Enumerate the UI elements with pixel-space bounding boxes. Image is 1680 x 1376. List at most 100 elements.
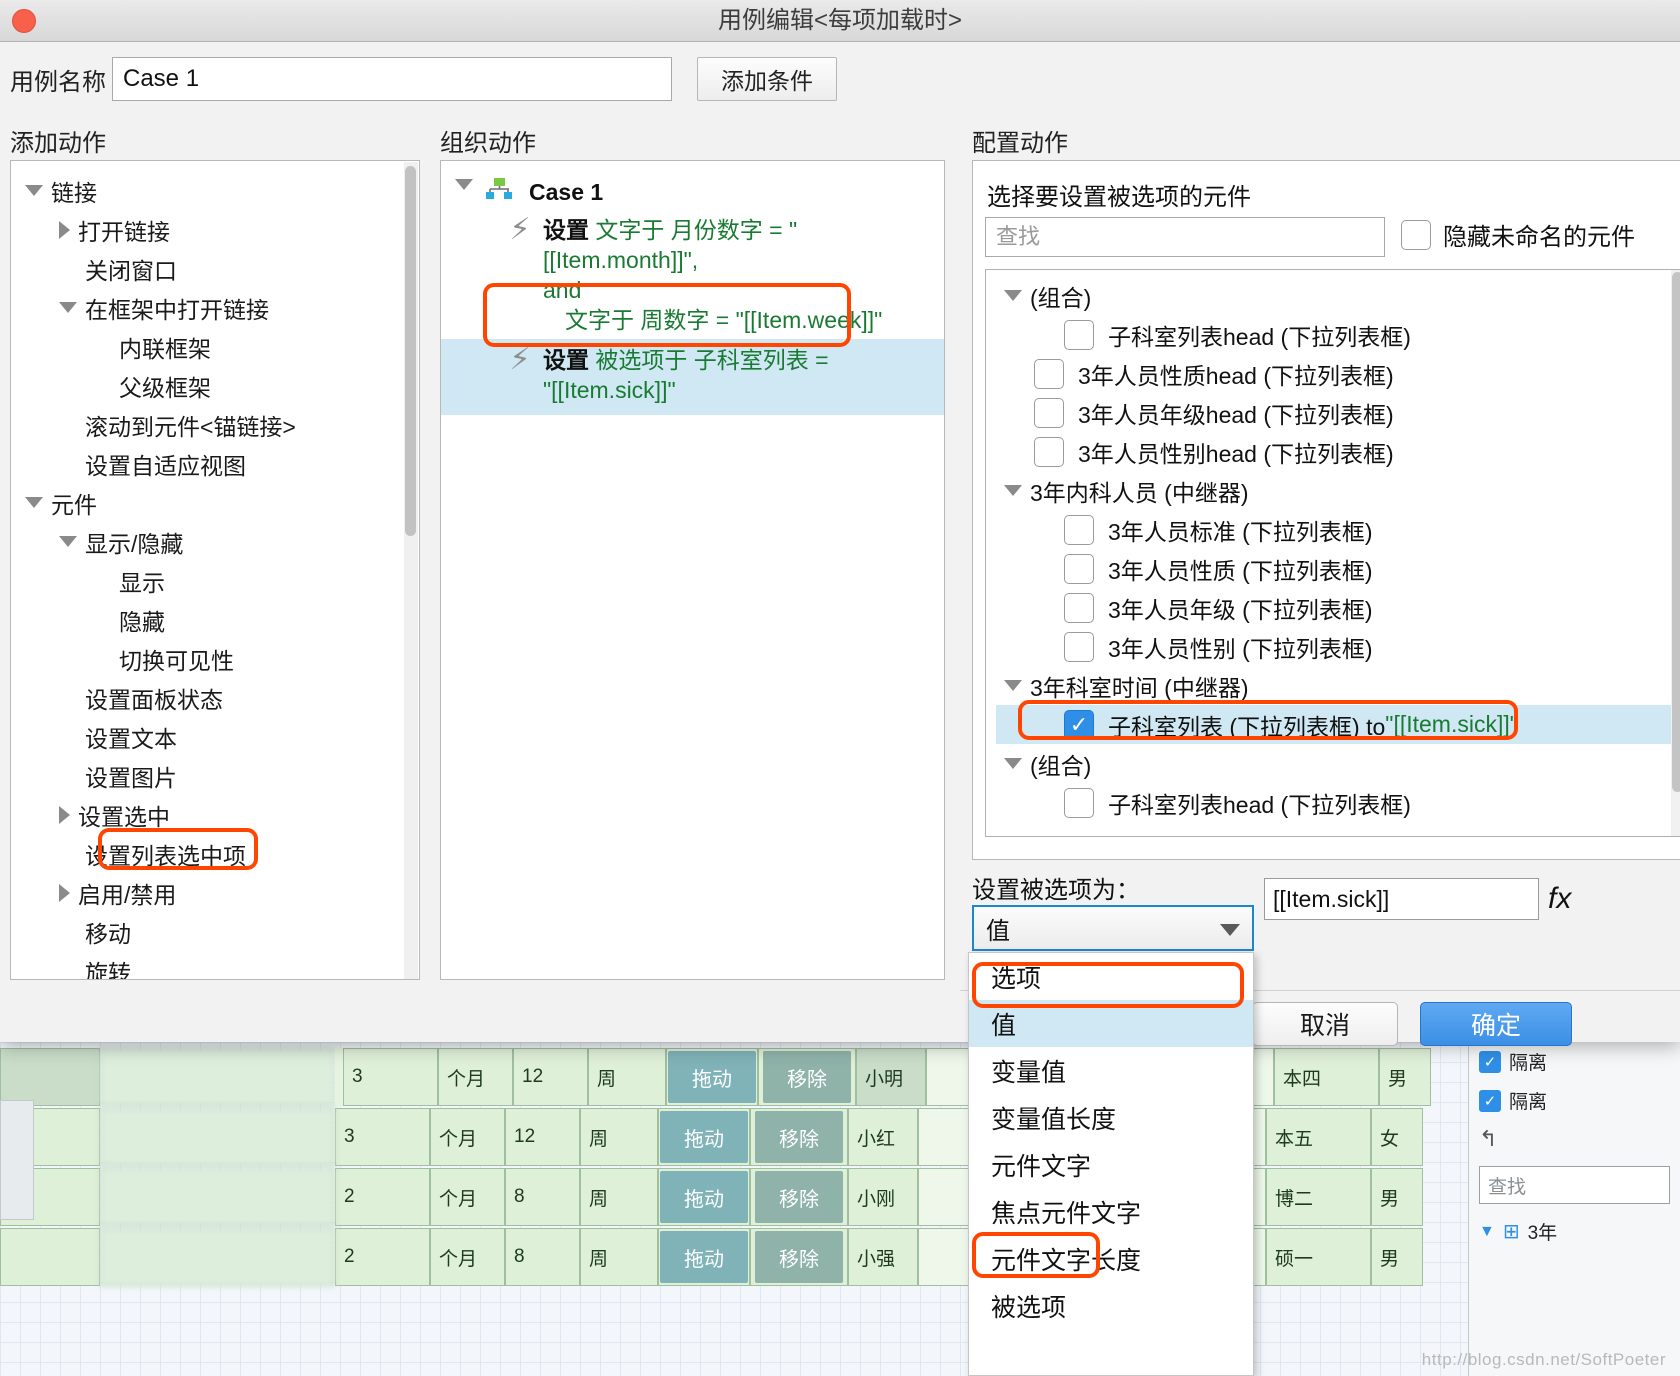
watermark: http://blog.csdn.net/SoftPoeter	[1421, 1350, 1666, 1369]
action-tree-item[interactable]: 设置自适应视图	[25, 444, 419, 483]
grid-icon: ⊞	[1502, 1221, 1520, 1243]
chevron-right-icon[interactable]	[59, 883, 70, 902]
chevron-down-icon[interactable]	[455, 177, 485, 195]
bg-panel-row-1[interactable]: ✓ 隔离	[1469, 1042, 1680, 1081]
widget-checkbox[interactable]	[1064, 553, 1094, 584]
action-tree-item-label: 切换可见性	[119, 647, 234, 674]
widget-checkbox[interactable]	[1034, 358, 1064, 389]
action-tree-item[interactable]: 设置文本	[25, 717, 419, 756]
left-tree-scrollbar[interactable]	[404, 162, 418, 979]
action-tree-item[interactable]: 链接	[25, 171, 419, 210]
action-tree-item[interactable]: 显示/隐藏	[25, 522, 419, 561]
dropdown-option[interactable]: 被选项	[969, 1282, 1253, 1329]
chevron-down-icon[interactable]	[1220, 924, 1240, 936]
action-tree-item[interactable]: 打开链接	[25, 210, 419, 249]
action-tree-item[interactable]: 设置列表选中项	[25, 834, 419, 873]
action-tree-item[interactable]: 隐藏	[25, 600, 419, 639]
widget-checkbox[interactable]	[1064, 514, 1094, 545]
action-tree-item[interactable]: 设置选中	[25, 795, 419, 834]
widget-tree-group[interactable]: 3年内科人员 (中继器)	[996, 471, 1680, 510]
action-2-keyword: 设置	[543, 347, 589, 373]
dialog-title: 用例编辑<每项加载时>	[717, 7, 963, 34]
cancel-button[interactable]: 取消	[1252, 1002, 1398, 1046]
chevron-right-icon[interactable]	[59, 805, 70, 824]
dropdown-option[interactable]: 选项	[969, 953, 1253, 1000]
dropdown-option[interactable]: 元件文字	[969, 1141, 1253, 1188]
widget-tree-item[interactable]: 子科室列表head (下拉列表框)	[996, 315, 1680, 354]
hide-unnamed-row[interactable]: 隐藏未命名的元件	[1401, 217, 1635, 252]
chevron-down-icon[interactable]	[1004, 758, 1022, 769]
widget-checkbox[interactable]	[1064, 319, 1094, 350]
widget-tree-item[interactable]: 子科室列表head (下拉列表框)	[996, 783, 1680, 822]
widget-tree-item[interactable]: 3年人员年级head (下拉列表框)	[996, 393, 1680, 432]
chevron-down-icon[interactable]	[25, 497, 43, 508]
organize-action-tree[interactable]: Case 1 ⚡ 设置 文字于 月份数字 = "[[Item.month]]",…	[440, 160, 945, 980]
organize-action-row-2[interactable]: ⚡ 设置 被选项于 子科室列表 = "[[Item.sick]]"	[441, 339, 944, 415]
widget-tree-group[interactable]: 3年科室时间 (中继器)	[996, 666, 1680, 705]
add-condition-button[interactable]: 添加条件	[697, 57, 837, 101]
fx-button[interactable]: fx	[1548, 882, 1571, 916]
set-selected-combo[interactable]: 值	[972, 905, 1254, 951]
organize-action-row-1[interactable]: ⚡ 设置 文字于 月份数字 = "[[Item.month]]", and 文字…	[455, 211, 944, 339]
widget-checkbox[interactable]	[1064, 787, 1094, 818]
widget-checkbox-tree[interactable]: (组合) 子科室列表head (下拉列表框) 3年人员性质head (下拉列表框) 3…	[985, 269, 1680, 837]
action-tree-item[interactable]: 父级框架	[25, 366, 419, 405]
dropdown-option[interactable]: 值	[969, 1000, 1253, 1047]
chevron-down-icon[interactable]	[59, 536, 77, 547]
chevron-down-icon[interactable]	[25, 185, 43, 196]
action-tree-item[interactable]: 旋转	[25, 951, 419, 980]
widget-tree-item[interactable]: 3年人员性别 (下拉列表框)	[996, 627, 1680, 666]
chevron-down-icon[interactable]	[59, 302, 77, 313]
bg-panel-tree-row[interactable]: ▼ ⊞ 3年	[1469, 1212, 1680, 1251]
dropdown-option[interactable]: 焦点元件文字	[969, 1188, 1253, 1235]
widget-tree-scroll-thumb[interactable]	[1672, 272, 1680, 792]
action-tree-item[interactable]: 关闭窗口	[25, 249, 419, 288]
add-action-tree[interactable]: 链接 打开链接 关闭窗口 在框架中打开链接内联框架父级框架 滚动到元件<锚链接> 设置自适…	[10, 160, 420, 980]
ok-button[interactable]: 确定	[1420, 1002, 1572, 1046]
organize-case-row[interactable]: Case 1	[455, 173, 944, 211]
dropdown-option[interactable]: 变量值长度	[969, 1094, 1253, 1141]
widget-tree-item[interactable]: 3年人员性质 (下拉列表框)	[996, 549, 1680, 588]
action-tree-item[interactable]: 启用/禁用	[25, 873, 419, 912]
action-tree-item[interactable]: 显示	[25, 561, 419, 600]
widget-checkbox[interactable]	[1034, 436, 1064, 467]
action-tree-item[interactable]: 设置面板状态	[25, 678, 419, 717]
action-tree-item[interactable]: 切换可见性	[25, 639, 419, 678]
action-1-text-2: 文字于 周数字 = "[[Item.week]]"	[565, 307, 883, 333]
widget-tree-group[interactable]: (组合)	[996, 744, 1680, 783]
dropdown-option[interactable]: 变量值	[969, 1047, 1253, 1094]
widget-tree-item-label: 3年人员年级head (下拉列表框)	[1078, 401, 1394, 428]
widget-tree-scrollbar[interactable]	[1671, 270, 1680, 836]
dropdown-option[interactable]: 元件文字长度	[969, 1235, 1253, 1282]
widget-tree-item[interactable]: 3年人员性别head (下拉列表框)	[996, 432, 1680, 471]
bg-panel-row-2[interactable]: ✓ 隔离	[1469, 1081, 1680, 1120]
bg-panel-undo-row[interactable]: ↰	[1469, 1120, 1680, 1158]
action-tree-item[interactable]: 设置图片	[25, 756, 419, 795]
action-tree-item-label: 内联框架	[119, 335, 211, 362]
bg-panel-search-input[interactable]: 查找	[1479, 1166, 1670, 1204]
widget-tree-item[interactable]: 3年人员年级 (下拉列表框)	[996, 588, 1680, 627]
hide-unnamed-checkbox[interactable]	[1401, 219, 1431, 250]
widget-tree-group[interactable]: (组合)	[996, 276, 1680, 315]
widget-tree-item[interactable]: 子科室列表 (下拉列表框) to "[[Item.sick]]"	[996, 705, 1680, 744]
widget-checkbox[interactable]	[1064, 631, 1094, 662]
action-tree-item[interactable]: 元件	[25, 483, 419, 522]
widget-checkbox[interactable]	[1034, 397, 1064, 428]
chevron-down-icon[interactable]	[1004, 485, 1022, 496]
chevron-right-icon[interactable]	[59, 220, 70, 239]
set-selected-value-input[interactable]: [[Item.sick]]	[1264, 878, 1539, 920]
chevron-down-icon[interactable]	[1004, 680, 1022, 691]
action-tree-item[interactable]: 移动	[25, 912, 419, 951]
search-input[interactable]: 查找	[985, 217, 1385, 257]
widget-checkbox[interactable]	[1064, 592, 1094, 623]
action-tree-item[interactable]: 在框架中打开链接	[25, 288, 419, 327]
case-name-input[interactable]: Case 1	[112, 57, 672, 101]
widget-tree-item[interactable]: 3年人员性质head (下拉列表框)	[996, 354, 1680, 393]
action-tree-item[interactable]: 滚动到元件<锚链接>	[25, 405, 419, 444]
chevron-down-icon[interactable]	[1004, 290, 1022, 301]
action-tree-item[interactable]: 内联框架	[25, 327, 419, 366]
widget-checkbox[interactable]	[1064, 709, 1094, 740]
set-selected-dropdown[interactable]: 选项值变量值 变量值长度 元件文字 焦点元件文字 元件文字长度 被选项	[968, 952, 1254, 1376]
left-tree-scroll-thumb[interactable]	[405, 166, 416, 536]
widget-tree-item[interactable]: 3年人员标准 (下拉列表框)	[996, 510, 1680, 549]
